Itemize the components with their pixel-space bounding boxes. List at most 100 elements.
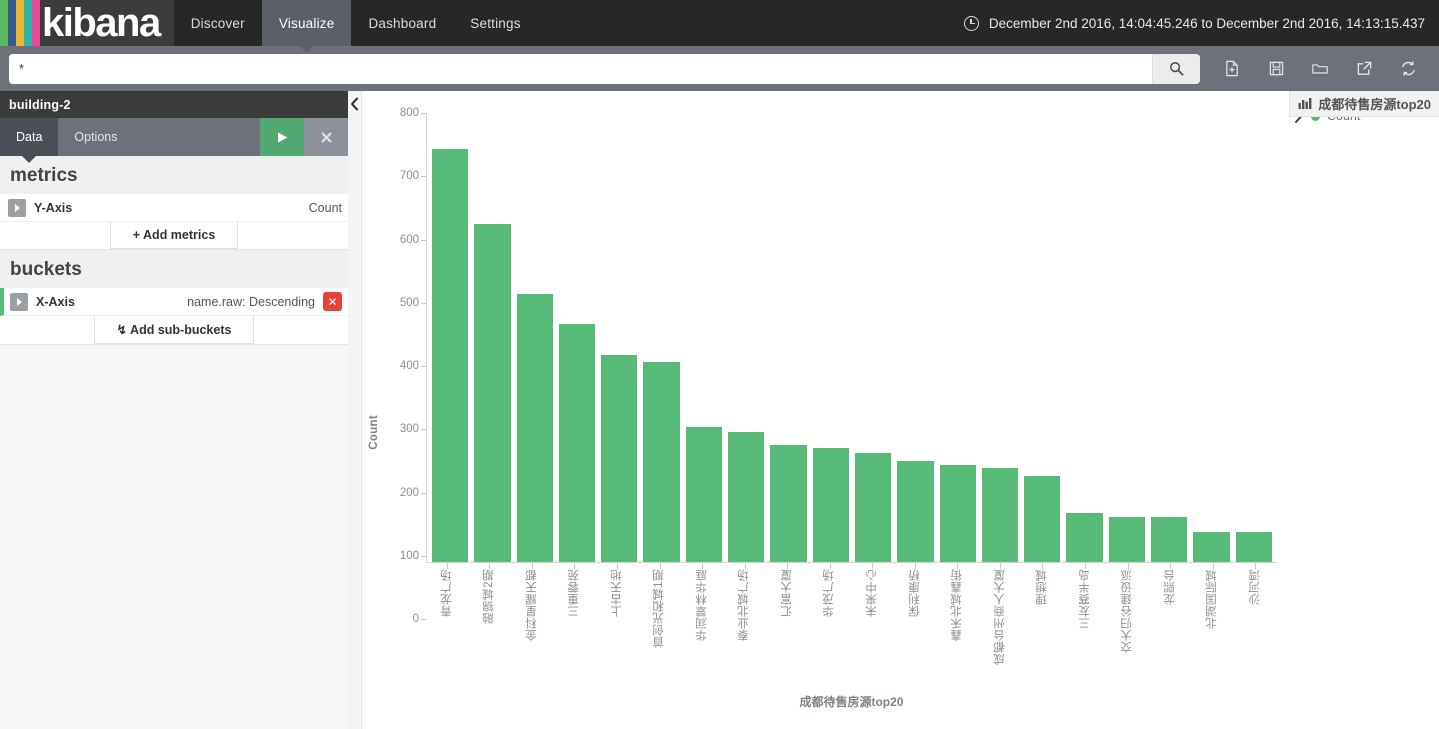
x-axis-label: 理想城 [1036,569,1049,605]
bar[interactable] [854,453,892,562]
open-folder-icon[interactable] [1298,50,1342,88]
bar-column[interactable] [1233,113,1275,562]
bar[interactable] [770,445,807,562]
x-axis-label-cell: 理想城 [1022,569,1065,687]
bar-column[interactable] [1063,113,1105,562]
bar-column[interactable] [429,113,471,562]
y-axis-tick-label: 400 [399,360,427,372]
x-axis-label: 沙河湾 [1248,569,1261,605]
add-sub-buckets-button[interactable]: ↯ Add sub-buckets [93,316,255,344]
metrics-heading: metrics [0,156,348,194]
bar-column[interactable] [1021,113,1063,562]
metric-value: Count [308,200,342,215]
share-icon[interactable] [1342,50,1386,88]
sidebar-collapse-button[interactable] [348,91,362,729]
bar[interactable] [897,460,934,562]
bar-column[interactable] [1190,113,1232,562]
bar-column[interactable] [894,113,936,562]
expand-toggle-icon[interactable] [8,198,26,217]
bar-column[interactable] [1106,113,1148,562]
y-axis-tick-label: 100 [399,549,427,562]
x-axis-label: 金科星耀天都 [525,569,538,641]
x-axis-label: 成都台州商人大厦 [993,569,1006,665]
bar-column[interactable] [471,113,513,562]
bar-column[interactable] [725,113,767,562]
bar[interactable] [812,448,849,562]
bar-column[interactable] [514,113,556,562]
nav-link-discover[interactable]: Discover [174,0,262,46]
bar[interactable] [601,355,638,562]
bar[interactable] [939,464,976,562]
apply-changes-button[interactable] [260,118,304,156]
bar[interactable] [728,431,765,562]
bar-column[interactable] [1148,113,1190,562]
x-axis-labels: 青龙广场 融锦城2期 金科星耀天都 三重蓉苑 上古天地 首创光和城1期 华润翠林华庭 泰业北城… [426,569,1277,687]
x-axis-label: 首创光和城1期 [653,569,666,648]
bar-column[interactable] [598,113,640,562]
bar[interactable] [1024,476,1061,562]
x-axis-label: 交大归谷建设派 [1121,569,1134,653]
bar-column[interactable] [683,113,725,562]
refresh-icon[interactable] [1386,50,1430,88]
tab-options-label: Options [74,130,118,144]
bar-chart-icon [1298,98,1312,109]
bar-column[interactable] [937,113,979,562]
add-sub-buckets-label: Add sub-buckets [130,323,232,337]
y-axis-tick-label: 800 [399,107,427,119]
bar[interactable] [1193,531,1230,562]
x-axis-label-cell: 沙河湾 [1234,569,1277,687]
tab-data[interactable]: Data [0,118,59,163]
bar[interactable] [1108,516,1146,562]
y-axis-title: Count [368,415,380,450]
bar[interactable] [432,149,469,562]
bar[interactable] [685,426,723,562]
bar-column[interactable] [556,113,598,562]
remove-bucket-icon[interactable]: ✕ [323,292,342,311]
x-axis-label: 三重蓉苑 [568,569,581,617]
discard-changes-button[interactable] [304,118,348,156]
x-axis-label: 汇富大厦 [780,569,793,617]
bar-column[interactable] [979,113,1021,562]
y-axis-tick-label: 600 [399,233,427,246]
new-doc-icon [1225,60,1238,77]
bucket-value: name.raw: Descending [187,294,315,309]
x-axis-label: 泰业北城广场 [738,569,751,641]
x-axis-label-cell: 融锦城2期 [469,569,512,687]
new-visualization-icon[interactable] [1210,50,1254,88]
search-submit-button[interactable] [1152,53,1200,84]
x-axis-label-cell: 三重蓉苑 [554,569,597,687]
logo-bar [8,0,16,46]
chevron-left-icon [350,97,358,111]
plot-wrapper: 青龙广场 融锦城2期 金科星耀天都 三重蓉苑 上古天地 首创光和城1期 华润翠林华庭 泰业北城… [426,113,1277,729]
folder-icon [1312,64,1328,74]
nav-link-settings[interactable]: Settings [453,0,537,46]
bar-column[interactable] [810,113,852,562]
time-range-picker[interactable]: December 2nd 2016, 14:04:45.246 to Decem… [963,0,1439,46]
nav-link-visualize[interactable]: Visualize [261,0,352,53]
bar[interactable] [558,324,596,562]
kibana-logo[interactable]: kibana [0,0,174,46]
bar[interactable] [1066,513,1103,562]
x-axis-label-cell: 鑫禾北城鑫街 [937,569,980,687]
bucket-row-x-axis[interactable]: X-Axis name.raw: Descending ✕ [0,288,348,316]
expand-toggle-icon[interactable] [10,292,28,311]
bar[interactable] [643,362,680,562]
visualization-title-bar: 成都待售房源top20 [1289,91,1439,117]
bucket-label: X-Axis [36,294,75,309]
bar[interactable] [474,223,511,562]
metric-row-y-axis[interactable]: Y-Axis Count [0,194,348,222]
bar-column[interactable] [640,113,682,562]
logo-bar [16,0,24,46]
tab-options[interactable]: Options [58,118,133,156]
nav-link-dashboard[interactable]: Dashboard [351,0,453,46]
search-input[interactable] [9,53,1152,84]
bar-column[interactable] [767,113,809,562]
bar[interactable] [1151,516,1188,562]
bar[interactable] [981,467,1019,562]
bar-column[interactable] [852,113,894,562]
add-metrics-button[interactable]: + Add metrics [109,222,239,249]
save-icon[interactable] [1254,50,1298,88]
x-axis-label-cell: 泰业北城广场 [724,569,767,687]
bar[interactable] [516,294,553,562]
bar[interactable] [1235,531,1272,562]
